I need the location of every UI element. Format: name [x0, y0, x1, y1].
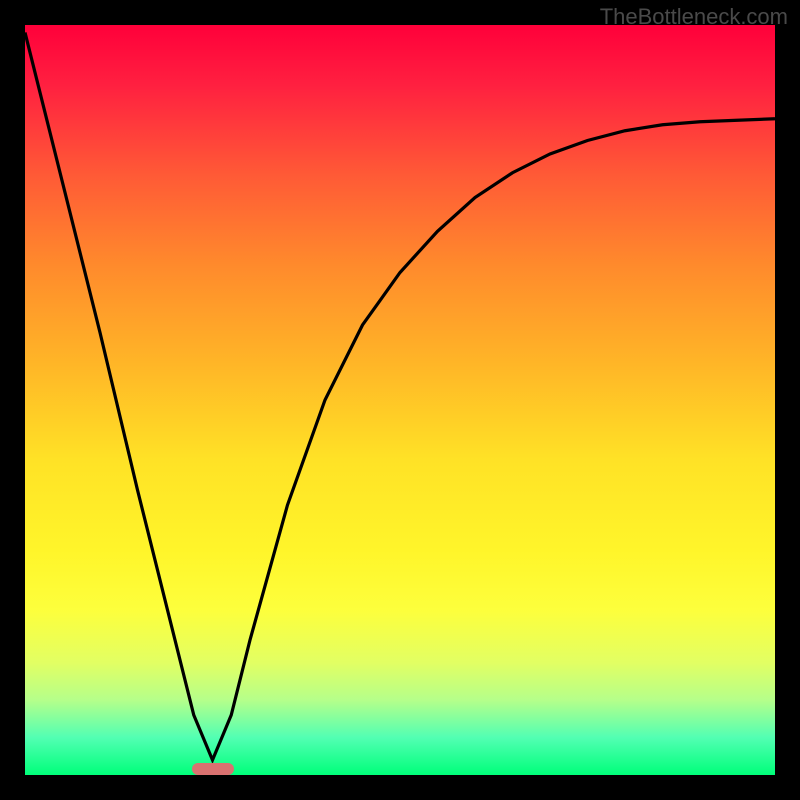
bottleneck-curve	[25, 25, 775, 775]
plot-area	[25, 25, 775, 775]
optimum-marker	[192, 763, 234, 775]
watermark-text: TheBottleneck.com	[600, 4, 788, 30]
